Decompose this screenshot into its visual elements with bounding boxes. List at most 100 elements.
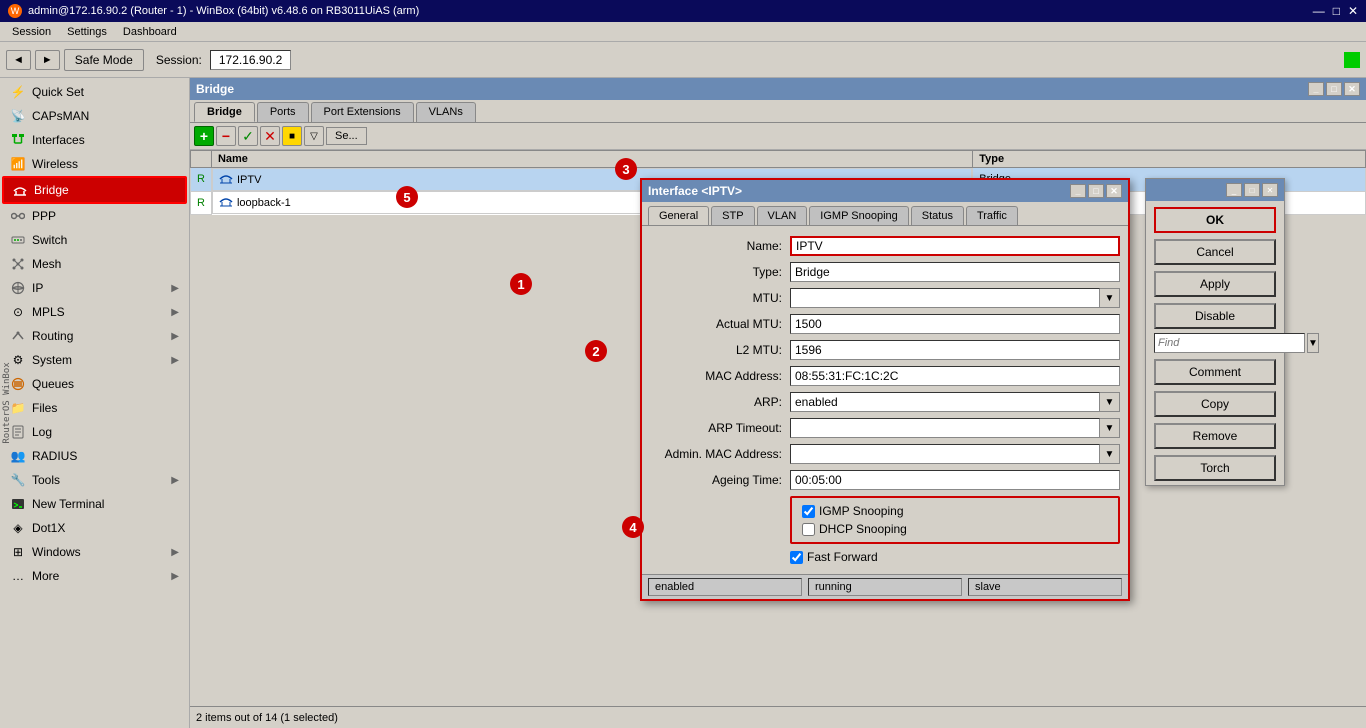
ok-btn[interactable]: OK bbox=[1154, 207, 1276, 233]
mac-address-input[interactable]: 08:55:31:FC:1C:2C bbox=[790, 366, 1120, 386]
close-btn[interactable]: ✕ bbox=[1348, 4, 1358, 18]
bridge-close-btn[interactable]: ✕ bbox=[1344, 82, 1360, 96]
sidebar-item-log[interactable]: Log bbox=[2, 420, 187, 444]
mtu-dropdown-btn[interactable]: ▼ bbox=[1100, 288, 1120, 308]
sidebar-label-routing: Routing bbox=[32, 329, 165, 343]
interface-maximize-btn[interactable]: □ bbox=[1088, 184, 1104, 198]
arp-timeout-label: ARP Timeout: bbox=[650, 421, 790, 435]
name-input[interactable]: IPTV bbox=[790, 236, 1120, 256]
sidebar-item-routing[interactable]: Routing ▶ bbox=[2, 324, 187, 348]
sidebar-item-system[interactable]: ⚙ System ▶ bbox=[2, 348, 187, 372]
minimize-btn[interactable]: — bbox=[1313, 4, 1325, 18]
type-input: Bridge bbox=[790, 262, 1120, 282]
right-panel-maximize[interactable]: □ bbox=[1244, 183, 1260, 197]
arp-dropdown-btn[interactable]: ▼ bbox=[1100, 392, 1120, 412]
bridge-tab-vlans[interactable]: VLANs bbox=[416, 102, 476, 122]
interfaces-icon bbox=[10, 132, 26, 148]
sidebar-item-interfaces[interactable]: Interfaces bbox=[2, 128, 187, 152]
sidebar-item-switch[interactable]: Switch bbox=[2, 228, 187, 252]
comment-btn-panel[interactable]: Comment bbox=[1154, 359, 1276, 385]
find-input[interactable] bbox=[1154, 333, 1305, 353]
fast-forward-label: Fast Forward bbox=[807, 550, 878, 564]
interface-tab-status[interactable]: Status bbox=[911, 206, 964, 225]
right-panel-minimize[interactable]: _ bbox=[1226, 183, 1242, 197]
bridge-tab-ports[interactable]: Ports bbox=[257, 102, 309, 122]
fast-forward-checkbox[interactable] bbox=[790, 551, 803, 564]
safe-mode-btn[interactable]: Safe Mode bbox=[64, 49, 144, 71]
igmp-snooping-row: IGMP Snooping bbox=[802, 504, 1108, 518]
sidebar-item-files[interactable]: 📁 Files bbox=[2, 396, 187, 420]
admin-mac-label: Admin. MAC Address: bbox=[650, 447, 790, 461]
find-dropdown-btn[interactable]: ▼ bbox=[1307, 333, 1319, 353]
interface-tab-general[interactable]: General bbox=[648, 206, 709, 225]
interface-tab-igmp-snooping[interactable]: IGMP Snooping bbox=[809, 206, 908, 225]
row-name-text-2: loopback-1 bbox=[237, 197, 291, 209]
bridge-tab-port-extensions[interactable]: Port Extensions bbox=[311, 102, 414, 122]
col-type: Type bbox=[973, 151, 1366, 168]
maximize-btn[interactable]: □ bbox=[1333, 4, 1340, 18]
sidebar-item-queues[interactable]: Queues bbox=[2, 372, 187, 396]
bridge-tab-bridge[interactable]: Bridge bbox=[194, 102, 255, 122]
apply-btn[interactable]: Apply bbox=[1154, 271, 1276, 297]
sidebar-item-more[interactable]: … More ▶ bbox=[2, 564, 187, 588]
cancel-btn[interactable]: Cancel bbox=[1154, 239, 1276, 265]
interface-minimize-btn[interactable]: _ bbox=[1070, 184, 1086, 198]
bridge-minimize-btn[interactable]: _ bbox=[1308, 82, 1324, 96]
sidebar-item-mpls[interactable]: ⊙ MPLS ▶ bbox=[2, 300, 187, 324]
sidebar-label-interfaces: Interfaces bbox=[32, 133, 179, 147]
mtu-input[interactable] bbox=[790, 288, 1100, 308]
torch-btn[interactable]: Torch bbox=[1154, 455, 1276, 481]
sidebar-item-ip[interactable]: IP ▶ bbox=[2, 276, 187, 300]
sidebar-items-list: ⚡ Quick Set 📡 CAPsMAN Interfaces 📶 Wirel… bbox=[0, 78, 189, 728]
menu-session[interactable]: Session bbox=[4, 24, 59, 40]
settings-btn[interactable]: Se... bbox=[326, 127, 367, 145]
row-flag-2: R bbox=[191, 191, 212, 214]
sidebar-item-dot1x[interactable]: ◈ Dot1X bbox=[2, 516, 187, 540]
ip-arrow: ▶ bbox=[171, 283, 179, 294]
comment-btn[interactable]: ■ bbox=[282, 126, 302, 146]
enable-btn[interactable]: ✓ bbox=[238, 126, 258, 146]
sidebar-item-tools[interactable]: 🔧 Tools ▶ bbox=[2, 468, 187, 492]
copy-btn[interactable]: Copy bbox=[1154, 391, 1276, 417]
menu-dashboard[interactable]: Dashboard bbox=[115, 24, 185, 40]
right-panel-close[interactable]: ✕ bbox=[1262, 183, 1278, 197]
admin-mac-dropdown-btn[interactable]: ▼ bbox=[1100, 444, 1120, 464]
interface-tabs: General STP VLAN IGMP Snooping Status Tr… bbox=[642, 202, 1128, 226]
admin-mac-input[interactable] bbox=[790, 444, 1100, 464]
sidebar-item-radius[interactable]: 👥 RADIUS bbox=[2, 444, 187, 468]
dhcp-snooping-checkbox[interactable] bbox=[802, 523, 815, 536]
arp-timeout-input[interactable] bbox=[790, 418, 1100, 438]
interface-dialog: Interface <IPTV> _ □ ✕ General STP VLAN … bbox=[640, 178, 1130, 601]
disable-btn-panel[interactable]: Disable bbox=[1154, 303, 1276, 329]
mtu-label: MTU: bbox=[650, 291, 790, 305]
sidebar-item-windows[interactable]: ⊞ Windows ▶ bbox=[2, 540, 187, 564]
ip-icon bbox=[10, 280, 26, 296]
remove-btn-panel[interactable]: Remove bbox=[1154, 423, 1276, 449]
interface-tab-stp[interactable]: STP bbox=[711, 206, 754, 225]
mac-address-row: MAC Address: 08:55:31:FC:1C:2C bbox=[650, 366, 1120, 386]
sidebar-item-new-terminal[interactable]: New Terminal bbox=[2, 492, 187, 516]
filter-btn[interactable]: ▽ bbox=[304, 126, 324, 146]
interface-tab-vlan[interactable]: VLAN bbox=[757, 206, 808, 225]
add-btn[interactable]: + bbox=[194, 126, 214, 146]
forward-btn[interactable]: ► bbox=[35, 50, 60, 70]
sidebar-item-wireless[interactable]: 📶 Wireless bbox=[2, 152, 187, 176]
ageing-time-input[interactable]: 00:05:00 bbox=[790, 470, 1120, 490]
badge-1: 1 bbox=[510, 273, 532, 295]
sidebar-item-quick-set[interactable]: ⚡ Quick Set bbox=[2, 80, 187, 104]
disable-btn[interactable]: ✕ bbox=[260, 126, 280, 146]
interface-tab-traffic[interactable]: Traffic bbox=[966, 206, 1018, 225]
interface-close-btn[interactable]: ✕ bbox=[1106, 184, 1122, 198]
back-btn[interactable]: ◄ bbox=[6, 50, 31, 70]
bridge-maximize-btn[interactable]: □ bbox=[1326, 82, 1342, 96]
igmp-snooping-checkbox[interactable] bbox=[802, 505, 815, 518]
queues-icon bbox=[10, 376, 26, 392]
sidebar-label-dot1x: Dot1X bbox=[32, 521, 179, 535]
sidebar-item-capsman[interactable]: 📡 CAPsMAN bbox=[2, 104, 187, 128]
menu-settings[interactable]: Settings bbox=[59, 24, 115, 40]
arp-timeout-dropdown-btn[interactable]: ▼ bbox=[1100, 418, 1120, 438]
sidebar-item-bridge[interactable]: Bridge bbox=[2, 176, 187, 204]
sidebar-item-mesh[interactable]: Mesh bbox=[2, 252, 187, 276]
remove-btn[interactable]: − bbox=[216, 126, 236, 146]
sidebar-item-ppp[interactable]: PPP bbox=[2, 204, 187, 228]
